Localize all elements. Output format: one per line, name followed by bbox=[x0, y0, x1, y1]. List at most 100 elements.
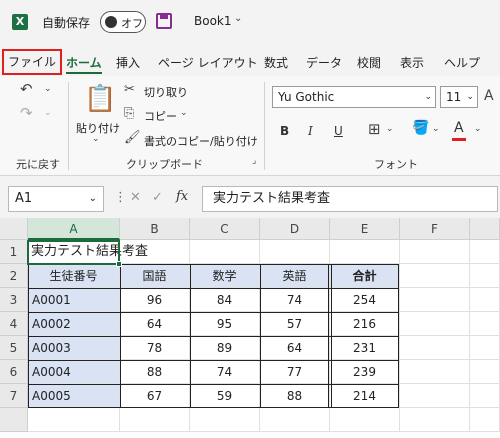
fill-color-icon[interactable]: 🪣 bbox=[412, 120, 429, 136]
cell-f4[interactable] bbox=[400, 312, 470, 336]
row-header-5[interactable]: 5 bbox=[0, 336, 28, 360]
table-cell[interactable]: 67 bbox=[120, 384, 190, 408]
table-cell[interactable]: 89 bbox=[190, 336, 260, 360]
cut-button[interactable]: 切り取り bbox=[144, 84, 188, 100]
column-header-d[interactable]: D bbox=[260, 218, 330, 240]
table-cell-id[interactable]: A0005 bbox=[28, 384, 120, 408]
cell-f2[interactable] bbox=[400, 264, 470, 288]
table-cell-total[interactable]: 239 bbox=[330, 360, 400, 384]
row-header-1[interactable]: 1 bbox=[0, 240, 28, 264]
table-cell-id[interactable]: A0004 bbox=[28, 360, 120, 384]
table-cell[interactable]: 96 bbox=[120, 288, 190, 312]
fill-color-dropdown-icon[interactable]: ⌄ bbox=[432, 124, 440, 134]
tab-home[interactable]: ホーム bbox=[66, 52, 102, 74]
table-cell[interactable]: 64 bbox=[120, 312, 190, 336]
formula-input[interactable]: 実力テスト結果考査 bbox=[202, 186, 498, 212]
row-header-7[interactable]: 7 bbox=[0, 384, 28, 408]
row-header-4[interactable]: 4 bbox=[0, 312, 28, 336]
font-name-combo[interactable]: Yu Gothic ⌄ bbox=[272, 86, 436, 108]
cell-f6[interactable] bbox=[400, 360, 470, 384]
cell-f8[interactable] bbox=[400, 408, 470, 432]
clipboard-launcher-icon[interactable]: ⌟ bbox=[252, 156, 256, 166]
cell-b8[interactable] bbox=[120, 408, 190, 432]
underline-button[interactable]: U bbox=[334, 124, 343, 138]
tab-view[interactable]: 表示 bbox=[400, 52, 424, 74]
tab-insert[interactable]: 挿入 bbox=[116, 52, 140, 74]
cell-f3[interactable] bbox=[400, 288, 470, 312]
font-color-dropdown-icon[interactable]: ⌄ bbox=[474, 124, 482, 134]
cell-g7[interactable] bbox=[470, 384, 500, 408]
cell-d1[interactable] bbox=[260, 240, 330, 264]
workbook-title[interactable]: Book1 bbox=[194, 14, 232, 28]
copy-icon[interactable]: ⎘ bbox=[124, 106, 134, 121]
cell-a8[interactable] bbox=[28, 408, 120, 432]
more-options-icon[interactable]: ⋮ bbox=[114, 190, 127, 205]
format-painter-icon[interactable]: 🖌 bbox=[124, 130, 141, 145]
table-cell[interactable]: 64 bbox=[260, 336, 330, 360]
table-cell-total[interactable]: 254 bbox=[330, 288, 400, 312]
table-cell-id[interactable]: A0002 bbox=[28, 312, 120, 336]
increase-font-size-icon[interactable]: A bbox=[484, 88, 494, 104]
save-icon[interactable] bbox=[156, 13, 172, 29]
tab-review[interactable]: 校閲 bbox=[357, 52, 381, 74]
borders-icon[interactable]: ⊞ bbox=[368, 120, 381, 138]
cell-f5[interactable] bbox=[400, 336, 470, 360]
font-color-button[interactable]: A bbox=[454, 120, 464, 136]
paste-icon[interactable]: 📋 bbox=[84, 84, 116, 114]
cell-e1[interactable] bbox=[330, 240, 400, 264]
cell-e8[interactable] bbox=[330, 408, 400, 432]
cell-g4[interactable] bbox=[470, 312, 500, 336]
insert-function-icon[interactable]: fx bbox=[176, 189, 188, 204]
row-header-2[interactable]: 2 bbox=[0, 264, 28, 288]
cell-g8[interactable] bbox=[470, 408, 500, 432]
redo-dropdown-icon[interactable]: ⌄ bbox=[44, 108, 52, 118]
tab-data[interactable]: データ bbox=[306, 52, 342, 74]
cancel-entry-icon[interactable]: ✕ bbox=[130, 190, 141, 205]
autosave-toggle[interactable]: オフ bbox=[100, 11, 146, 33]
table-cell[interactable]: 95 bbox=[190, 312, 260, 336]
undo-dropdown-icon[interactable]: ⌄ bbox=[44, 84, 52, 94]
table-cell[interactable]: 59 bbox=[190, 384, 260, 408]
title-cell-a1[interactable]: 実力テスト結果考査 bbox=[28, 240, 148, 264]
chevron-down-icon[interactable]: ⌄ bbox=[234, 13, 242, 24]
header-cell-math[interactable]: 数学 bbox=[190, 264, 260, 288]
select-all-corner[interactable] bbox=[0, 218, 28, 240]
fill-handle[interactable] bbox=[116, 261, 122, 267]
column-header-e[interactable]: E bbox=[330, 218, 400, 240]
table-cell-total[interactable]: 231 bbox=[330, 336, 400, 360]
cell-g2[interactable] bbox=[470, 264, 500, 288]
table-cell-id[interactable]: A0003 bbox=[28, 336, 120, 360]
font-size-combo[interactable]: 11 ⌄ bbox=[440, 86, 478, 108]
cell-g5[interactable] bbox=[470, 336, 500, 360]
cell-c1[interactable] bbox=[190, 240, 260, 264]
tab-page-layout[interactable]: ページ レイアウト bbox=[158, 52, 258, 74]
cell-g6[interactable] bbox=[470, 360, 500, 384]
column-header-a[interactable]: A bbox=[28, 218, 120, 240]
column-header-c[interactable]: C bbox=[190, 218, 260, 240]
table-cell[interactable]: 74 bbox=[260, 288, 330, 312]
cell-g3[interactable] bbox=[470, 288, 500, 312]
copy-button[interactable]: コピー bbox=[144, 108, 177, 124]
table-cell-id[interactable]: A0001 bbox=[28, 288, 120, 312]
cell-g1[interactable] bbox=[470, 240, 500, 264]
paste-dropdown-icon[interactable]: ⌄ bbox=[92, 134, 100, 144]
table-cell[interactable]: 88 bbox=[260, 384, 330, 408]
header-cell-student-id[interactable]: 生徒番号 bbox=[28, 264, 120, 288]
table-cell[interactable]: 74 bbox=[190, 360, 260, 384]
tab-help[interactable]: ヘルプ bbox=[444, 52, 480, 74]
column-header-f[interactable]: F bbox=[400, 218, 470, 240]
table-cell-total[interactable]: 216 bbox=[330, 312, 400, 336]
copy-dropdown-icon[interactable]: ⌄ bbox=[180, 108, 188, 118]
cell-f1[interactable] bbox=[400, 240, 470, 264]
undo-icon[interactable]: ↶ bbox=[20, 80, 33, 98]
header-cell-total[interactable]: 合計 bbox=[330, 264, 400, 288]
italic-button[interactable]: I bbox=[308, 124, 313, 138]
table-cell-total[interactable]: 214 bbox=[330, 384, 400, 408]
redo-icon[interactable]: ↷ bbox=[20, 104, 33, 122]
table-cell[interactable]: 88 bbox=[120, 360, 190, 384]
cell-d8[interactable] bbox=[260, 408, 330, 432]
table-cell[interactable]: 77 bbox=[260, 360, 330, 384]
header-cell-english[interactable]: 英語 bbox=[260, 264, 330, 288]
row-header-6[interactable]: 6 bbox=[0, 360, 28, 384]
column-header-b[interactable]: B bbox=[120, 218, 190, 240]
